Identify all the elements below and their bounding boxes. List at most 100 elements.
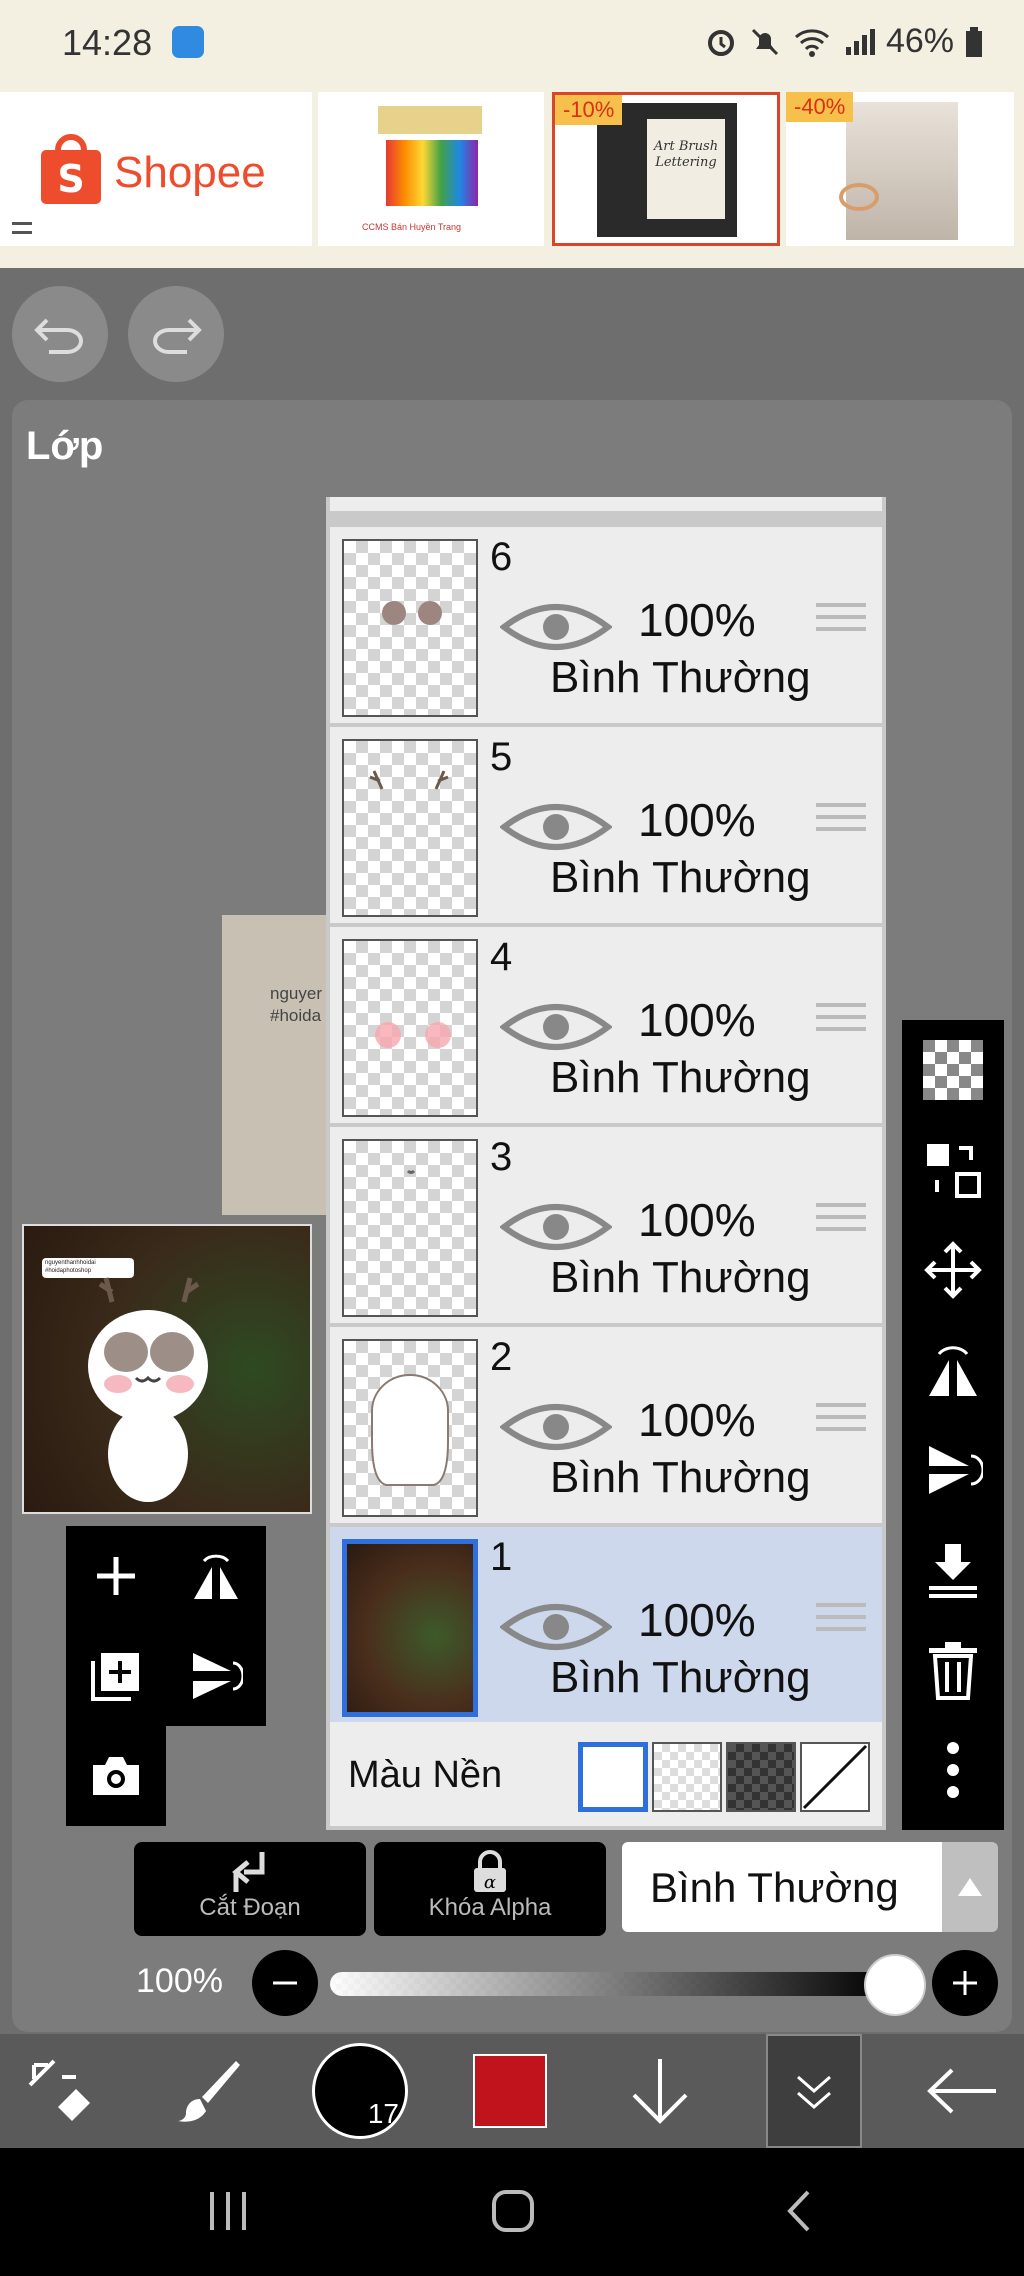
flip-vertical-button[interactable] [902,1420,1004,1520]
recent-apps-icon[interactable] [206,2188,250,2234]
blend-mode-dropdown[interactable] [942,1842,998,1932]
brush-size-button[interactable]: 17 [300,2034,420,2148]
opacity-decrease-button[interactable] [252,1950,318,2016]
layer-thumbnail [342,739,478,917]
layer-row[interactable]: 3 100% Bình Thường [330,1127,882,1323]
opacity-increase-button[interactable] [932,1950,998,2016]
wifi-icon [794,28,829,57]
ad-item-rings[interactable]: -40% [786,92,1014,246]
layer-thumbnail [342,939,478,1117]
layer-row[interactable]: 5 100% Bình Thường [330,727,882,923]
layer-blend-mode: Bình Thường [550,1053,811,1102]
back-arrow-button[interactable] [900,2034,1024,2148]
canvas-preview[interactable]: nguyer #hoida [222,915,332,1215]
drag-handle-icon[interactable] [816,1403,866,1439]
drag-handle-icon[interactable] [816,603,866,639]
layer-opacity: 100% [638,1194,756,1246]
layer-row[interactable]: 2 100% Bình Thường [330,1327,882,1523]
visibility-eye-icon[interactable] [500,1397,612,1457]
layer-opacity: 100% [638,1594,756,1646]
current-color-swatch [473,2054,547,2128]
merge-down-icon [929,1544,977,1598]
flip-layer-button[interactable] [166,1526,266,1626]
antlers-drawing [369,770,449,790]
duplicate-layer-button[interactable] [66,1626,166,1726]
opacity-slider[interactable] [330,1972,890,1996]
layer-row[interactable]: 4 100% Bình Thường [330,927,882,1123]
undo-button[interactable] [12,286,108,382]
drag-handle-icon[interactable] [816,1203,866,1239]
layer-thumbnail [342,1339,478,1517]
merge-down-button[interactable] [902,1520,1004,1620]
delete-layer-button[interactable] [902,1620,1004,1720]
ad-banner[interactable]: S Shopee CCMS Bán Huyền Trang Art Brush … [0,88,1024,268]
ad-item-lettering-book[interactable]: Art Brush Lettering -10% [552,92,780,246]
none-slash-icon [802,1744,868,1810]
status-bar: 14:28 46% [0,0,1024,88]
brush-tool-button[interactable] [150,2034,270,2148]
layer-blend-mode: Bình Thường [550,1253,811,1302]
blend-mode-select[interactable]: Bình Thường [622,1842,942,1932]
home-icon[interactable] [490,2188,536,2234]
rotate-layer-button[interactable] [166,1626,266,1726]
ad-item-markers[interactable]: CCMS Bán Huyền Trang [318,92,544,246]
layer-thumbnail [342,1139,478,1317]
back-icon[interactable] [784,2188,814,2234]
transform-tool-button[interactable] [0,2034,120,2148]
flip-horizontal-button[interactable] [902,1320,1004,1420]
visibility-eye-icon[interactable] [500,997,612,1057]
shopee-bag-icon: S [41,134,101,204]
layer-number: 6 [490,535,513,579]
move-icon [924,1241,982,1299]
canvas-thumbnail[interactable]: nguyenthanhhoidai #hoidaphotoshop [22,1224,312,1514]
more-button[interactable] [902,1720,1004,1820]
color-button[interactable] [450,2034,570,2148]
move-button[interactable] [902,1220,1004,1320]
swatch-none[interactable] [800,1742,870,1812]
redo-button[interactable] [128,286,224,382]
discount-badge: -40% [786,92,854,122]
checker-icon [923,1040,983,1100]
visibility-eye-icon[interactable] [500,797,612,857]
layer-opacity: 100% [638,1394,756,1446]
arrow-left-icon [927,2068,996,2114]
signal-icon [845,28,875,55]
transfer-button[interactable] [902,1120,1004,1220]
brush-size-indicator: 17 [312,2043,408,2139]
shopee-brand: Shopee [114,148,266,197]
swatch-dark-checker[interactable] [726,1742,796,1812]
svg-text:S: S [57,157,84,201]
camera-icon [93,1757,139,1795]
body-drawing [371,1374,449,1486]
layer-row-selected[interactable]: 1 100% Bình Thường [330,1527,882,1723]
layers-panel-button[interactable] [766,2034,862,2148]
drag-handle-icon[interactable] [816,1003,866,1039]
drag-handle-icon[interactable] [816,803,866,839]
background-color-row: Màu Nền [330,1722,882,1826]
clip-button[interactable]: Cắt Đoạn [134,1842,366,1936]
visibility-eye-icon[interactable] [500,597,612,657]
alpha-lock-button[interactable]: α Khóa Alpha [374,1842,606,1936]
redo-icon [153,318,202,354]
drag-handle-icon[interactable] [816,1603,866,1639]
camera-button[interactable] [66,1726,166,1826]
bottom-toolbar: 17 [0,2034,1024,2148]
swatch-light-checker[interactable] [652,1742,722,1812]
add-layer-button[interactable] [66,1526,166,1626]
layer-down-button[interactable] [600,2034,720,2148]
ring-graphic [839,183,879,211]
ad-menu-icon [12,222,32,234]
layer-row[interactable]: 6 100% Bình Thường [330,527,882,723]
layer-list[interactable]: 6 100% Bình Thường 5 100% Bình Thường 4 … [326,497,886,1830]
checker-button[interactable] [902,1020,1004,1120]
canvas-watermark: nguyer #hoida [270,984,322,1026]
panel-title: Lớp [26,424,104,468]
visibility-eye-icon[interactable] [500,1197,612,1257]
layer-opacity: 100% [638,794,756,846]
layer-number: 1 [490,1535,513,1579]
opacity-slider-knob[interactable] [864,1954,926,2016]
shopee-ad[interactable]: S Shopee [0,92,312,246]
swatch-white[interactable] [578,1742,648,1812]
visibility-eye-icon[interactable] [500,1597,612,1657]
duplicate-layer-icon [91,1653,139,1701]
